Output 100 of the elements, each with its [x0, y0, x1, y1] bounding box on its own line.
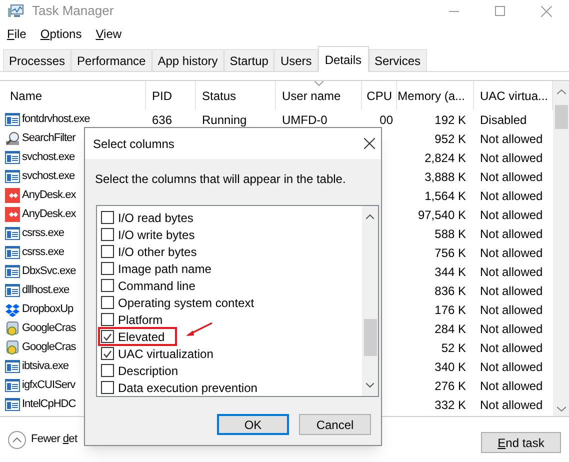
table-cell-text: svchost.exe [22, 150, 75, 166]
table-cell-text: 636 [152, 112, 172, 128]
checkbox[interactable] [101, 279, 114, 292]
table-cell-text: 192 K [434, 112, 466, 128]
table-cell-text: 332 K [434, 396, 466, 414]
column-option[interactable]: Description [118, 362, 178, 380]
checkbox[interactable] [101, 211, 114, 224]
table-cell-text: Not allowed [480, 188, 543, 204]
column-header[interactable]: User name [276, 81, 362, 110]
table-cell-text: IntelCpHDC [22, 397, 76, 412]
column-option[interactable]: Elevated [118, 328, 165, 346]
process-icon [5, 302, 20, 317]
tab[interactable]: Services [368, 49, 427, 71]
table-cell-text: Not allowed [480, 244, 543, 262]
table-cell-text: SearchFilter [22, 131, 76, 146]
fewer-details-link[interactable]: Fewer det [31, 431, 78, 448]
dialog-button[interactable]: OK [217, 414, 289, 435]
table-cell-text: 97,540 K [418, 206, 466, 224]
dialog-title: Select columns [93, 136, 174, 152]
sort-caret-icon [314, 81, 323, 86]
table-cell-text: 1,564 K [424, 188, 466, 204]
tab[interactable]: Startup [224, 49, 274, 71]
table-cell-text: csrss.exe [22, 245, 64, 260]
table-cell-text: Not allowed [480, 130, 543, 148]
column-option[interactable]: Data execution prevention [118, 378, 258, 396]
checkbox[interactable] [101, 381, 114, 394]
table-cell-text: Not allowed [480, 150, 543, 166]
table-cell-text: 588 K [434, 226, 466, 242]
checkbox[interactable] [101, 228, 114, 241]
tab[interactable]: Users [274, 49, 318, 71]
process-icon [5, 321, 20, 336]
columns-list[interactable]: I/O read bytes I/O write bytes I/O other bytes Image path name Command line Operating system context Platform Elevated UAC virtualization Description Data execution prevention [96, 205, 379, 397]
menu-item[interactable]: File [7, 25, 26, 43]
table-cell-text: Not allowed [480, 226, 543, 242]
column-option[interactable]: Platform [118, 310, 163, 328]
table-cell-text: 340 K [434, 358, 466, 376]
dialog-button[interactable]: Cancel [299, 414, 371, 435]
scrollbar-thumb[interactable] [364, 319, 376, 356]
tab[interactable]: Details [318, 46, 368, 72]
window-title: Task Manager [32, 2, 114, 20]
scroll-down-icon[interactable] [366, 383, 374, 388]
column-option[interactable]: I/O other bytes [118, 242, 197, 260]
table-cell-text: ibtsiva.exe [22, 359, 68, 374]
table-cell-text: 276 K [434, 378, 466, 394]
scrollbar-thumb[interactable] [554, 105, 568, 129]
checkbox[interactable] [101, 364, 114, 377]
column-header[interactable]: Name [0, 81, 146, 110]
checkbox[interactable] [101, 330, 114, 343]
table-cell-text: 2,824 K [424, 150, 466, 166]
table-cell-text: AnyDesk.ex [22, 188, 76, 204]
minimize-icon[interactable] [449, 10, 459, 12]
tab[interactable]: Processes [3, 49, 72, 71]
table-cell-text: 756 K [434, 244, 466, 262]
column-option[interactable]: Command line [118, 276, 196, 294]
checkbox[interactable] [101, 347, 114, 360]
table-cell-text: Not allowed [480, 378, 543, 394]
end-task-button[interactable]: End task [481, 432, 561, 453]
table-cell-text: UMFD-0 [282, 112, 328, 128]
scroll-up-icon[interactable] [556, 89, 566, 95]
tab[interactable]: Performance [71, 49, 152, 71]
process-icon [5, 245, 20, 260]
table-cell-text: 344 K [434, 264, 466, 280]
menu-item[interactable]: View [96, 25, 122, 43]
maximize-icon[interactable] [495, 6, 505, 16]
table-cell-text: 952 K [434, 130, 466, 148]
scroll-up-icon[interactable] [366, 214, 374, 219]
table-cell-text: Not allowed [480, 358, 543, 376]
checkbox[interactable] [101, 296, 114, 309]
process-icon [5, 397, 20, 412]
table-cell-text: fontdrvhost.exe [22, 112, 90, 128]
table-cell-text: AnyDesk.ex [22, 207, 76, 222]
menu-item[interactable]: Options [40, 25, 82, 43]
table-cell-text: 284 K [434, 320, 466, 338]
process-icon [5, 283, 20, 298]
checkbox[interactable] [101, 262, 114, 275]
scrollbar[interactable] [553, 81, 569, 416]
scroll-down-icon[interactable] [556, 406, 566, 412]
column-option[interactable]: UAC virtualization [118, 344, 214, 362]
checkbox[interactable] [101, 245, 114, 258]
checkbox[interactable] [101, 313, 114, 326]
process-icon [5, 226, 20, 241]
table-cell-text: 3,888 K [424, 168, 466, 186]
table-cell-text: Not allowed [480, 320, 543, 338]
column-option[interactable]: Operating system context [118, 294, 254, 312]
column-option[interactable]: I/O read bytes [118, 208, 194, 226]
column-header[interactable]: Memory (a... [397, 81, 474, 110]
collapse-icon[interactable] [8, 430, 26, 448]
column-header[interactable]: Status [196, 81, 276, 110]
table-cell-text: csrss.exe [22, 226, 64, 242]
table-cell-text: 52 K [441, 340, 466, 356]
column-header[interactable]: PID [146, 81, 196, 110]
table-cell-text: GoogleCras [22, 340, 76, 356]
scrollbar[interactable] [362, 206, 378, 396]
column-option[interactable]: Image path name [118, 260, 212, 278]
table-cell-text: 00 [380, 112, 393, 128]
table-cell-text: Not allowed [480, 396, 543, 414]
column-header[interactable]: CPU [362, 81, 397, 110]
table-cell-text: Not allowed [480, 264, 543, 280]
column-option[interactable]: I/O write bytes [118, 226, 195, 244]
tab[interactable]: App history [152, 49, 224, 71]
